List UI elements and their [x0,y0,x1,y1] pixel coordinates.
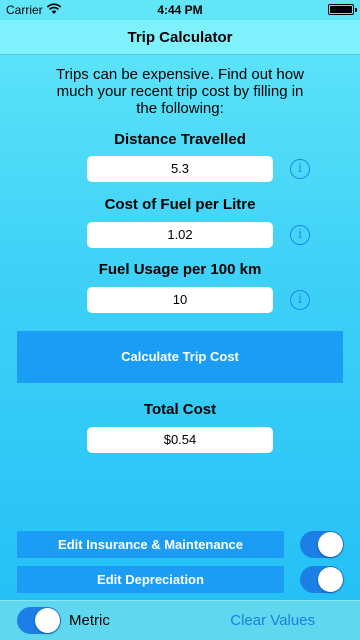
fuel-cost-info-icon[interactable]: i [290,225,310,245]
metric-toggle[interactable] [17,607,61,634]
total-cost-field: $0.54 [87,427,273,453]
fuel-usage-info-icon[interactable]: i [290,290,310,310]
intro-text: Trips can be expensive. Find out how muc… [56,66,304,117]
depreciation-toggle[interactable] [300,566,344,593]
status-bar: Carrier 4:44 PM [0,0,360,20]
clear-values-button[interactable]: Clear Values [230,612,315,629]
fuel-usage-field[interactable]: 10 [87,287,273,313]
metric-label: Metric [69,612,110,629]
status-time: 4:44 PM [157,3,203,17]
distance-label: Distance Travelled [114,131,246,148]
fuel-cost-field[interactable]: 1.02 [87,222,273,248]
insurance-maintenance-toggle[interactable] [300,531,344,558]
distance-info-icon[interactable]: i [290,159,310,179]
fuel-cost-label: Cost of Fuel per Litre [104,196,256,213]
bottom-toolbar: Metric Clear Values [0,600,360,640]
battery-icon [328,4,357,15]
total-cost-label: Total Cost [143,401,217,418]
distance-field[interactable]: 5.3 [87,156,273,182]
edit-insurance-maintenance-button[interactable]: Edit Insurance & Maintenance [17,531,284,558]
page-title: Trip Calculator [127,29,233,46]
fuel-usage-label: Fuel Usage per 100 km [98,261,262,278]
navigation-bar: Trip Calculator [0,20,360,55]
calculate-trip-cost-button[interactable]: Calculate Trip Cost [17,331,343,383]
edit-depreciation-button[interactable]: Edit Depreciation [17,566,284,593]
